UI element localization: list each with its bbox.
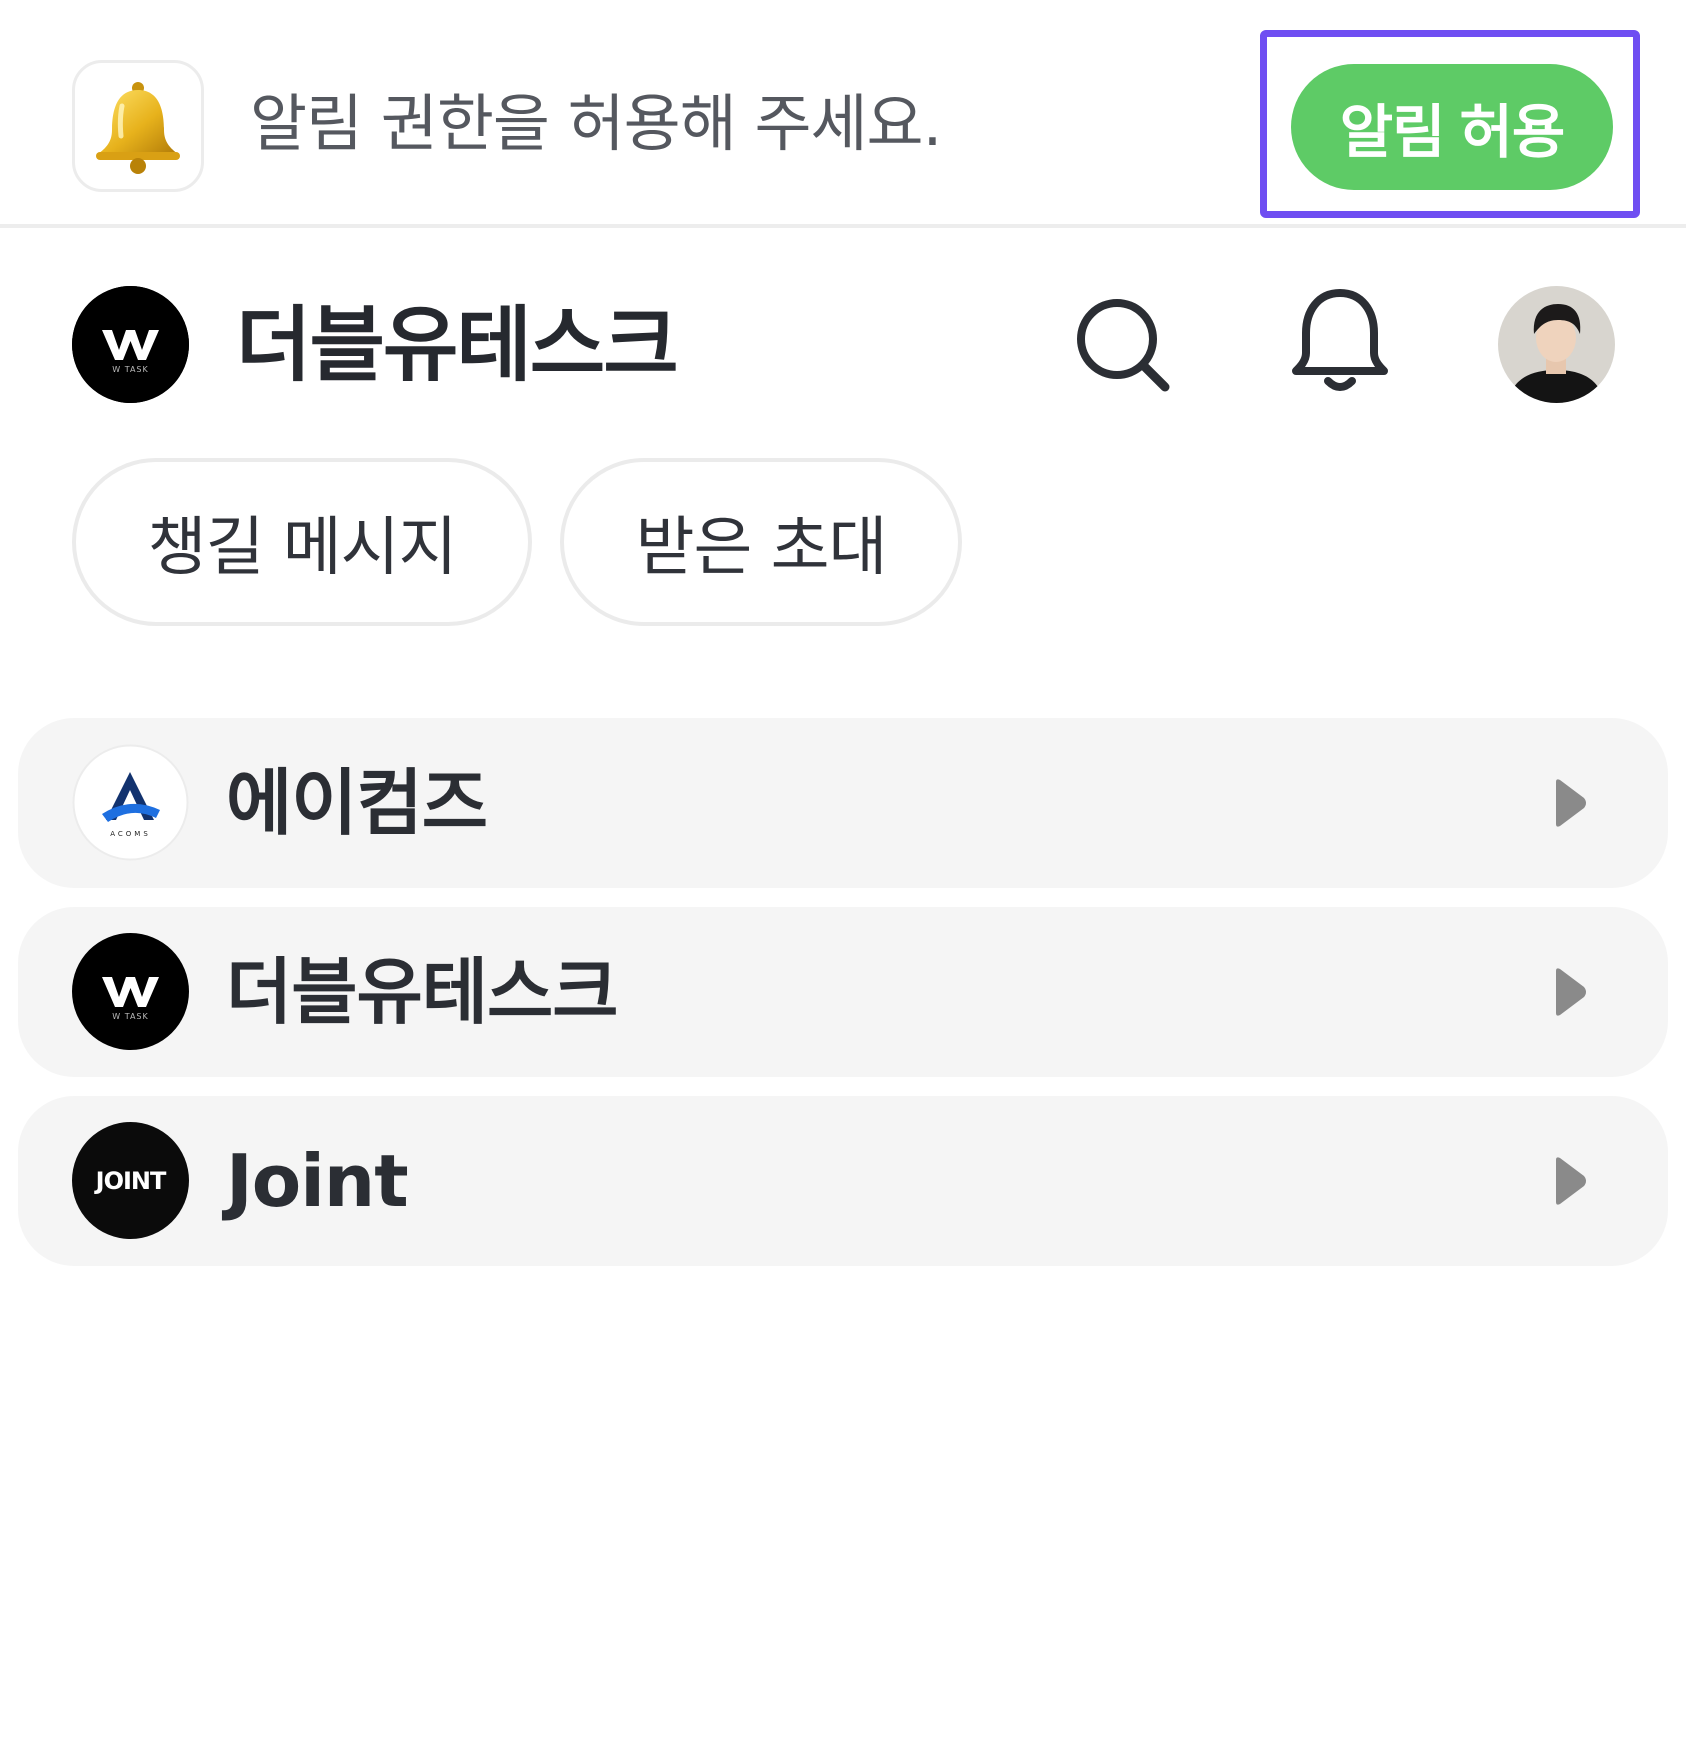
svg-text:ACOMS: ACOMS — [110, 830, 151, 838]
workspace-name: 에이컴즈 — [226, 761, 488, 845]
workspace-item-wtask[interactable]: W TASK 더블유테스크 — [18, 907, 1668, 1077]
bell-icon — [1292, 289, 1388, 391]
allow-notifications-button[interactable]: 알림 허용 — [1291, 64, 1613, 190]
svg-text:W TASK: W TASK — [112, 1012, 149, 1021]
permission-message: 알림 권한을 허용해 주세요. — [250, 87, 942, 160]
svg-text:JOINT: JOINT — [94, 1167, 167, 1195]
chevron-right-icon — [1556, 1157, 1586, 1205]
notifications-button[interactable] — [1285, 288, 1395, 398]
chevron-right-icon — [1556, 779, 1586, 827]
user-avatar[interactable] — [1498, 286, 1615, 403]
workspace-item-acoms[interactable]: ACOMS 에이컴즈 — [18, 718, 1668, 888]
joint-logo: JOINT — [72, 1122, 189, 1239]
bell-emoji-icon — [72, 60, 204, 192]
org-logo: W TASK — [72, 286, 189, 403]
search-icon — [1077, 299, 1170, 392]
notification-permission-banner: 알림 권한을 허용해 주세요. 알림 허용 — [0, 0, 1686, 228]
wtask-logo: W TASK — [72, 933, 189, 1050]
search-button[interactable] — [1068, 290, 1178, 400]
svg-text:W TASK: W TASK — [112, 365, 149, 374]
workspace-name: 더블유테스크 — [226, 950, 618, 1034]
acoms-logo: ACOMS — [72, 744, 189, 861]
chevron-right-icon — [1556, 968, 1586, 1016]
workspace-item-joint[interactable]: JOINT Joint — [18, 1096, 1668, 1266]
workspace-name: Joint — [226, 1139, 409, 1223]
page-title: 더블유테스크 — [236, 298, 679, 393]
chip-important-messages[interactable]: 챙길 메시지 — [72, 458, 532, 626]
chip-received-invitations[interactable]: 받은 초대 — [560, 458, 962, 626]
